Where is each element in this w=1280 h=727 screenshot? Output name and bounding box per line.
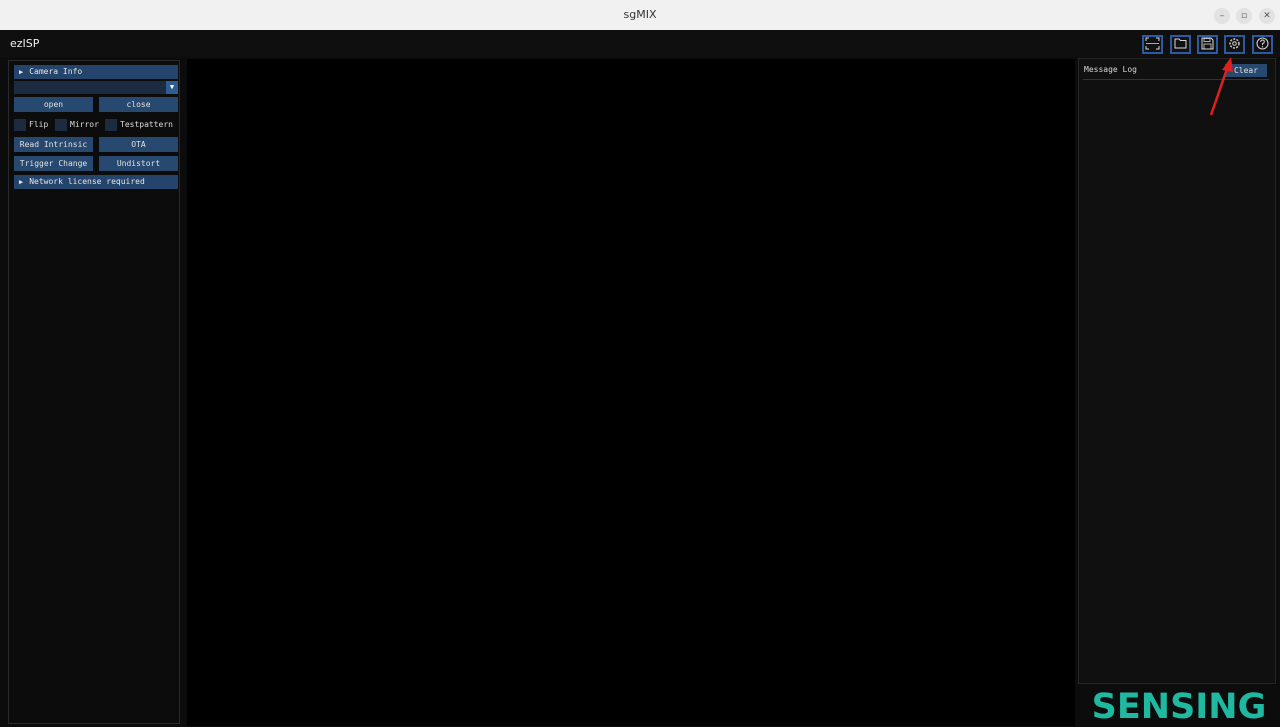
mirror-checkbox[interactable] xyxy=(55,119,67,131)
save-button[interactable] xyxy=(1197,35,1218,54)
folder-icon xyxy=(1174,38,1187,49)
save-icon xyxy=(1201,37,1214,50)
camera-info-label: Camera Info xyxy=(29,67,83,76)
expand-arrow-icon: ▶ xyxy=(19,178,24,186)
sensing-logo: SENSING xyxy=(1080,684,1278,727)
window-titlebar: sgMIX – ▫ ✕ xyxy=(0,0,1280,31)
close-button[interactable]: close xyxy=(99,97,178,112)
camera-control-panel: ▶ Camera Info ▼ open close Flip Mirror Te… xyxy=(8,60,180,724)
fit-view-icon xyxy=(1145,37,1160,50)
undistort-button[interactable]: Undistort xyxy=(99,156,178,171)
app-name: ezISP xyxy=(10,37,40,50)
window-title: sgMIX xyxy=(623,8,657,21)
camera-info-header[interactable]: ▶ Camera Info xyxy=(14,65,178,79)
help-icon xyxy=(1256,37,1269,50)
message-log-panel: Message Log Clear xyxy=(1078,58,1276,684)
dropdown-arrow-icon[interactable]: ▼ xyxy=(166,81,178,94)
help-button[interactable] xyxy=(1252,35,1273,54)
flip-checkbox[interactable] xyxy=(14,119,26,131)
settings-button[interactable] xyxy=(1224,35,1245,54)
minimize-button[interactable]: – xyxy=(1214,8,1230,24)
close-window-button[interactable]: ✕ xyxy=(1259,8,1275,24)
open-folder-button[interactable] xyxy=(1170,35,1191,54)
testpattern-checkbox[interactable] xyxy=(105,119,117,131)
open-button[interactable]: open xyxy=(14,97,93,112)
mirror-label: Mirror xyxy=(70,120,99,129)
read-intrinsic-button[interactable]: Read Intrinsic xyxy=(14,137,93,152)
fit-view-button[interactable] xyxy=(1142,35,1163,54)
logo-text: SENSING xyxy=(1092,687,1267,727)
expand-arrow-icon: ▶ xyxy=(19,68,24,76)
network-license-label: Network license required xyxy=(29,177,145,186)
message-log-title: Message Log xyxy=(1084,65,1137,74)
trigger-change-button[interactable]: Trigger Change xyxy=(14,156,93,171)
network-license-header[interactable]: ▶ Network license required xyxy=(14,175,178,189)
ota-button[interactable]: OTA xyxy=(99,137,178,152)
app-menubar: ezISP xyxy=(0,30,1280,57)
video-viewport[interactable] xyxy=(187,59,1075,726)
testpattern-label: Testpattern xyxy=(120,120,173,129)
restore-button[interactable]: ▫ xyxy=(1236,8,1252,24)
camera-select[interactable]: ▼ xyxy=(14,81,178,94)
clear-log-button[interactable]: Clear xyxy=(1225,64,1267,77)
flip-label: Flip xyxy=(29,120,49,129)
log-divider xyxy=(1083,79,1269,80)
settings-icon xyxy=(1229,38,1240,49)
